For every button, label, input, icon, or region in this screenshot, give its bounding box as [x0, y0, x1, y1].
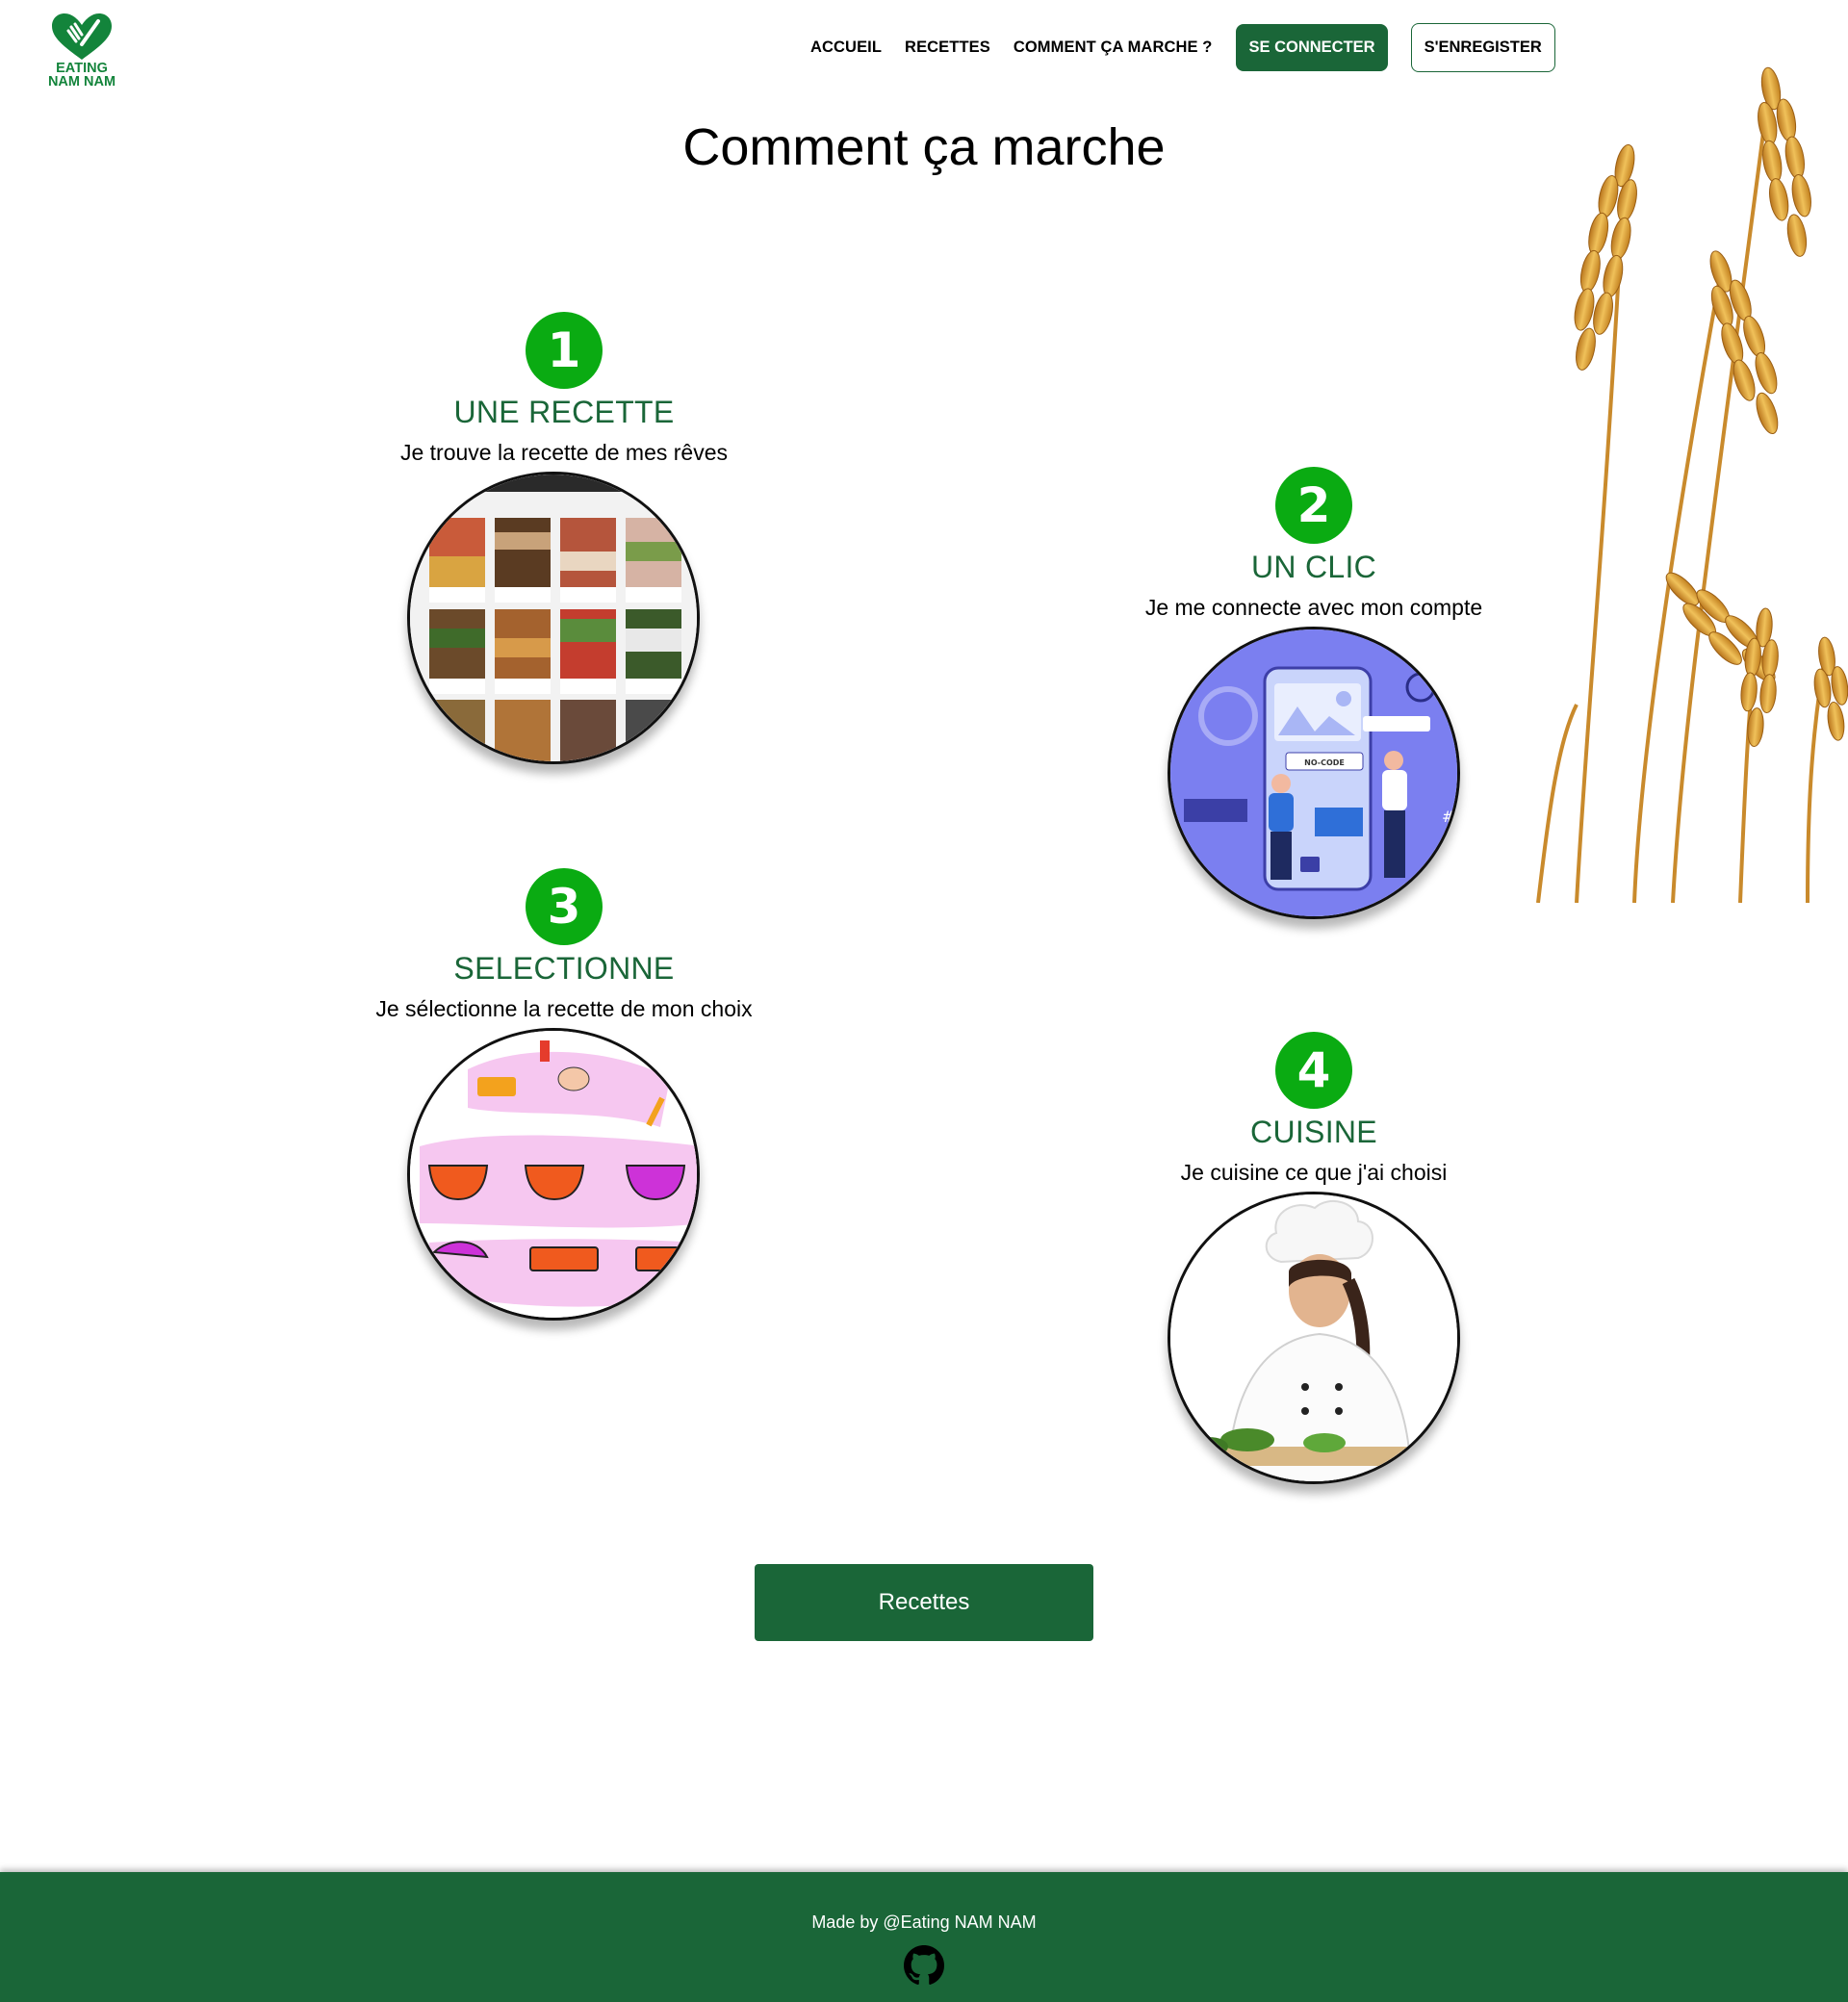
svg-text:#: # [1442, 808, 1454, 826]
brand-line1: EATING [56, 61, 108, 76]
step-title: UNE RECETTE [453, 395, 675, 429]
step-1: 1 UNE RECETTE Je trouve la recette de me… [352, 312, 776, 764]
step-number-badge: 2 [1275, 467, 1352, 544]
nav-comment-ca-marche[interactable]: COMMENT ÇA MARCHE ? [1014, 38, 1213, 57]
no-code-app-image: NO-CODE # [1168, 627, 1460, 919]
footer-credit: Made by @Eating NAM NAM [811, 1912, 1037, 1932]
nav-recettes[interactable]: RECETTES [905, 38, 990, 57]
step-description: Je trouve la recette de mes rêves [399, 440, 729, 465]
nav-accueil[interactable]: ACCUEIL [810, 38, 882, 57]
brand-line2: NAM NAM [47, 74, 116, 90]
step-title: UN CLIC [1250, 550, 1377, 584]
footer: Made by @Eating NAM NAM [0, 1872, 1848, 2002]
step-number-badge: 1 [526, 312, 603, 389]
heart-fork-logo-icon [52, 13, 112, 60]
recettes-button[interactable]: Recettes [755, 1564, 1093, 1641]
step-description: Je sélectionne la recette de mon choix [375, 996, 753, 1021]
wheat-decoration-image [1519, 50, 1848, 903]
step-number-badge: 4 [1275, 1032, 1352, 1109]
github-icon[interactable] [904, 1945, 944, 1986]
brand-name: EATING NAM NAM [42, 61, 121, 90]
step-2: 2 UN CLIC Je me connecte avec mon compte… [1102, 467, 1526, 919]
step-description: Je me connecte avec mon compte [1144, 595, 1483, 620]
main-nav: ACCUEIL RECETTES COMMENT ÇA MARCHE ? SE … [810, 23, 1555, 72]
step-3: 3 SELECTIONNE Je sélectionne la recette … [352, 868, 776, 1321]
recipe-grid-image [407, 472, 700, 764]
step-title: SELECTIONNE [453, 951, 675, 986]
login-button[interactable]: SE CONNECTER [1236, 24, 1388, 71]
recipe-steps-image [407, 1028, 700, 1321]
step-title: CUISINE [1250, 1115, 1377, 1149]
svg-text:NO-CODE: NO-CODE [1304, 758, 1345, 767]
step-4: 4 CUISINE Je cuisine ce que j'ai choisi [1102, 1032, 1526, 1484]
step-number-badge: 3 [526, 868, 603, 945]
chef-image [1168, 1192, 1460, 1484]
step-description: Je cuisine ce que j'ai choisi [1180, 1160, 1448, 1185]
brand-logo[interactable]: EATING NAM NAM [42, 12, 121, 92]
